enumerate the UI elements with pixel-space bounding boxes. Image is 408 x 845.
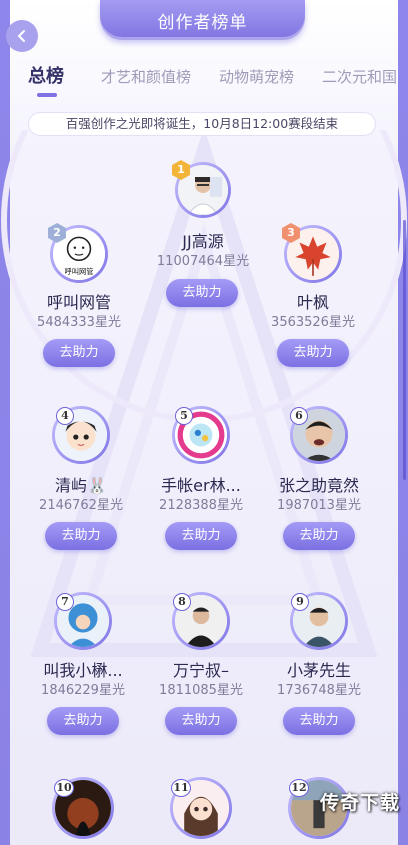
watermark: 传奇下载 — [319, 792, 400, 814]
page-title: 创作者榜单 — [100, 0, 305, 40]
help-button[interactable]: 去助力 — [43, 339, 115, 367]
help-button[interactable]: 去助力 — [283, 522, 355, 550]
creator-name: 手帐er林... — [161, 476, 241, 495]
rank-number: 6 — [290, 407, 308, 425]
chevron-left-icon — [17, 30, 25, 42]
notice-banner: 百强创作之光即将诞生，10月8日12:00赛段结束 — [28, 112, 376, 136]
tab-anime[interactable]: 二次元和国 — [322, 62, 397, 92]
help-button[interactable]: 去助力 — [165, 707, 237, 735]
tab-overall[interactable]: 总榜 — [28, 62, 64, 92]
creator-score: 1987013星光 — [277, 498, 361, 513]
creator-name: JJ高源 — [182, 232, 224, 251]
rank-number: 12 — [289, 779, 309, 797]
creator-name: 呼叫网管 — [46, 293, 111, 312]
creator-score: 2128388星光 — [159, 498, 243, 513]
creator-name: 清屿🐰 — [55, 476, 107, 495]
help-button[interactable]: 去助力 — [45, 522, 117, 550]
help-button[interactable]: 去助力 — [165, 522, 237, 550]
rank-number: 11 — [171, 779, 191, 797]
tab-talent-beauty[interactable]: 才艺和颜值榜 — [101, 62, 191, 92]
page-title-text: 创作者榜单 — [157, 12, 248, 33]
rank-number: 8 — [173, 593, 191, 611]
help-button[interactable]: 去助力 — [47, 707, 119, 735]
rank-number: 7 — [56, 593, 74, 611]
active-tab-indicator — [37, 93, 57, 97]
creator-score: 3563526星光 — [271, 315, 355, 330]
rank-number: 9 — [291, 593, 309, 611]
help-button[interactable]: 去助力 — [166, 279, 238, 307]
back-button[interactable] — [6, 20, 38, 52]
creator-score: 2146762星光 — [39, 498, 123, 513]
help-button[interactable]: 去助力 — [277, 339, 349, 367]
help-button[interactable]: 去助力 — [283, 707, 355, 735]
creator-name: 叶枫 — [296, 293, 329, 312]
creator-name: 叫我小楙... — [43, 661, 123, 680]
scrollbar[interactable] — [403, 220, 406, 480]
creator-score: 1811085星光 — [159, 683, 243, 698]
creator-score: 1846229星光 — [41, 683, 125, 698]
creator-name: 张之助竟然 — [278, 476, 359, 495]
creator-score: 1736748星光 — [277, 683, 361, 698]
rank-number: 10 — [54, 779, 74, 797]
avatar-text: 呼叫网管 — [64, 267, 93, 276]
rank-number: 5 — [175, 407, 193, 425]
creator-score: 11007464星光 — [156, 254, 250, 269]
creator-name: 万宁叔– — [172, 661, 229, 680]
tab-pets[interactable]: 动物萌宠榜 — [219, 62, 294, 92]
tab-bar: 总榜 才艺和颜值榜 动物萌宠榜 二次元和国 — [0, 62, 408, 98]
rank-number: 4 — [56, 407, 74, 425]
creator-score: 5484333星光 — [37, 315, 121, 330]
creator-name: 小茅先生 — [286, 661, 351, 680]
